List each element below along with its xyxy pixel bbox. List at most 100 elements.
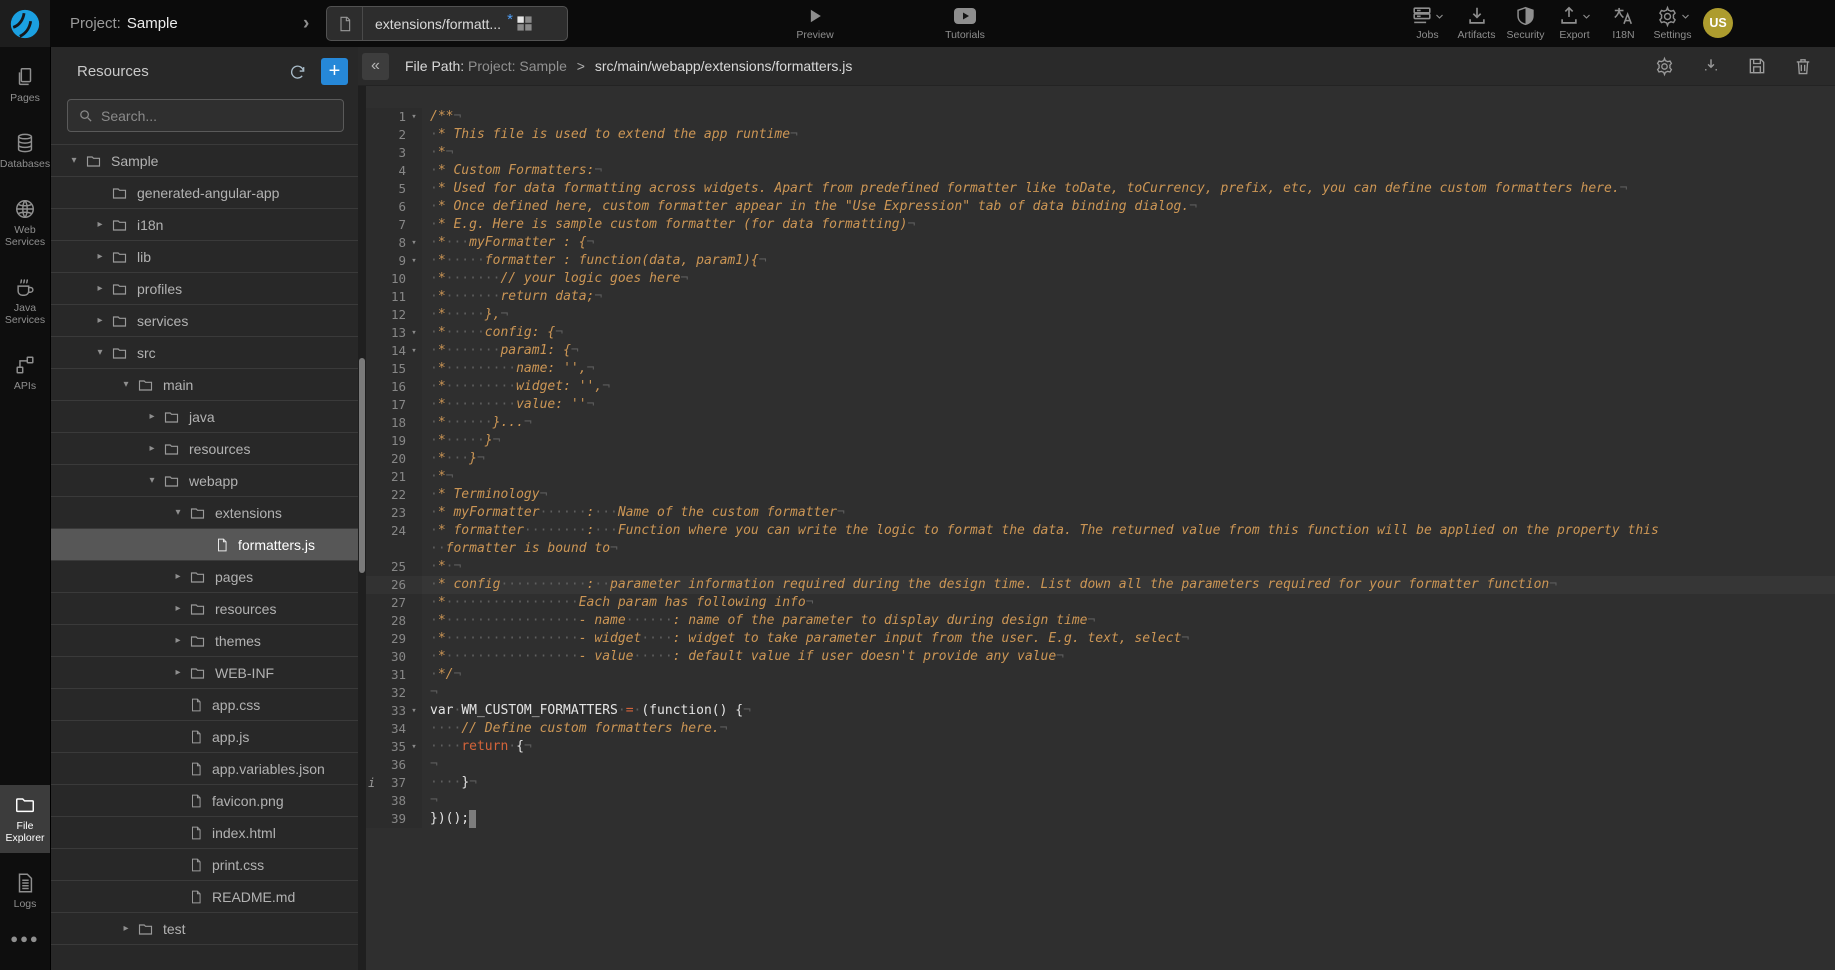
apis-icon	[14, 354, 36, 376]
collapse-panel-button[interactable]: «	[362, 53, 389, 80]
i18n-translate-icon	[1612, 5, 1635, 27]
fold-arrow-icon[interactable]: ▾	[406, 252, 422, 270]
code-line: 35▾····return·{¬	[366, 738, 1835, 756]
tree-item-extensions[interactable]: ▾extensions	[51, 497, 358, 529]
topbar-item-preview[interactable]: Preview	[785, 5, 845, 42]
tree-item-services[interactable]: ▸services	[51, 305, 358, 337]
sidebar-item-java-services[interactable]: Java Services	[0, 267, 50, 335]
tree-item-formatters-js[interactable]: formatters.js	[51, 529, 358, 561]
tree-item-themes[interactable]: ▸themes	[51, 625, 358, 657]
tree-item-test[interactable]: ▸test	[51, 913, 358, 945]
tree-item-pages[interactable]: ▸pages	[51, 561, 358, 593]
topbar-item-export[interactable]: Export	[1550, 5, 1599, 42]
scrollbar-thumb[interactable]	[359, 358, 365, 573]
expand-arrow-icon[interactable]: ▸	[167, 635, 189, 646]
tree-item-app-js[interactable]: app.js	[51, 721, 358, 753]
collapse-arrow-icon[interactable]: ▾	[63, 155, 85, 166]
collapse-arrow-icon[interactable]: ▾	[167, 507, 189, 518]
tree-item-print-css[interactable]: print.css	[51, 849, 358, 881]
code-line: 13▾·*·····config: {¬	[366, 324, 1835, 342]
topbar-item-security[interactable]: Security	[1501, 5, 1550, 42]
sidebar-item-file-explorer[interactable]: File Explorer	[0, 785, 50, 853]
sidebar-item-pages[interactable]: Pages	[0, 57, 50, 113]
add-resource-button[interactable]: +	[321, 58, 348, 85]
wavemaker-logo[interactable]	[0, 0, 50, 47]
expand-arrow-icon[interactable]: ▸	[141, 443, 163, 454]
code-line: 16·*·········widget: '',¬	[366, 378, 1835, 396]
tree-item-lib[interactable]: ▸lib	[51, 241, 358, 273]
export-upload-icon	[1558, 5, 1580, 27]
sidebar-item-web-services[interactable]: Web Services	[0, 189, 50, 257]
tree-item-resources[interactable]: ▸resources	[51, 433, 358, 465]
fold-arrow-icon[interactable]: ▾	[406, 738, 422, 756]
tree-item-webapp[interactable]: ▾webapp	[51, 465, 358, 497]
fold-arrow-icon[interactable]: ▾	[406, 234, 422, 252]
code-line: 4·* Custom Formatters:¬	[366, 162, 1835, 180]
expand-arrow-icon[interactable]: ▸	[89, 315, 111, 326]
sidebar-item-apis[interactable]: APIs	[0, 345, 50, 401]
expand-arrow-icon[interactable]: ▸	[141, 411, 163, 422]
topbar-item-i18n[interactable]: I18N	[1599, 5, 1648, 42]
topbar-item-jobs[interactable]: Jobs	[1403, 5, 1452, 42]
search-input[interactable]	[101, 108, 321, 124]
tree-item-java[interactable]: ▸java	[51, 401, 358, 433]
resources-title: Resources	[77, 63, 288, 80]
tree-item-src[interactable]: ▾src	[51, 337, 358, 369]
file-path-bar: « File Path: Project: Sample > src/main/…	[358, 47, 1835, 86]
refresh-icon[interactable]	[288, 62, 307, 81]
tree-item-generated-angular-app[interactable]: generated-angular-app	[51, 177, 358, 209]
tree-item-app-variables-json[interactable]: app.variables.json	[51, 753, 358, 785]
expand-arrow-icon[interactable]: ▸	[167, 571, 189, 582]
sidebar-item-databases[interactable]: Databases	[0, 123, 50, 179]
tree-item-profiles[interactable]: ▸profiles	[51, 273, 358, 305]
sidebar-item-logs[interactable]: Logs	[0, 863, 50, 919]
tree-scrollbar[interactable]	[358, 86, 366, 970]
search-box[interactable]	[67, 99, 344, 132]
editor-settings-gear-icon[interactable]	[1654, 56, 1675, 77]
play-icon	[805, 6, 825, 26]
tree-item-readme-md[interactable]: README.md	[51, 881, 358, 913]
topbar-item-settings[interactable]: Settings	[1648, 5, 1697, 42]
tree-item-main[interactable]: ▾main	[51, 369, 358, 401]
code-text: ·*·····}¬	[422, 432, 1835, 450]
line-number: 22	[366, 486, 406, 504]
expand-arrow-icon[interactable]: ▸	[167, 603, 189, 614]
sidebar-overflow-button[interactable]: ●●●	[0, 931, 50, 946]
fold-arrow-icon[interactable]: ▾	[406, 342, 422, 360]
fold-arrow-icon[interactable]: ▾	[406, 702, 422, 720]
topbar-item-tutorials[interactable]: Tutorials	[935, 5, 995, 42]
line-number: 15	[366, 360, 406, 378]
tree-item-sample[interactable]: ▾Sample	[51, 145, 358, 177]
project-indicator[interactable]: Project: Sample	[70, 0, 178, 47]
line-number: 7	[366, 216, 406, 234]
code-editor[interactable]: 1▾/**¬2·* This file is used to extend th…	[358, 86, 1835, 970]
tree-item-app-css[interactable]: app.css	[51, 689, 358, 721]
tree-item-resources[interactable]: ▸resources	[51, 593, 358, 625]
tree-item-favicon-png[interactable]: favicon.png	[51, 785, 358, 817]
tree-item-i18n[interactable]: ▸i18n	[51, 209, 358, 241]
file-actions	[1654, 56, 1813, 77]
expand-arrow-icon[interactable]: ▸	[89, 219, 111, 230]
fold-arrow-icon[interactable]: ▾	[406, 108, 422, 126]
expand-arrow-icon[interactable]: ▸	[115, 923, 137, 934]
fold-arrow-icon[interactable]: ▾	[406, 324, 422, 342]
expand-arrow-icon[interactable]: ▸	[167, 667, 189, 678]
line-number: 11	[366, 288, 406, 306]
user-avatar[interactable]: US	[1703, 8, 1733, 38]
tree-item-web-inf[interactable]: ▸WEB-INF	[51, 657, 358, 689]
topbar-item-artifacts[interactable]: Artifacts	[1452, 5, 1501, 42]
download-file-icon[interactable]	[1701, 56, 1721, 77]
open-file-tab[interactable]: extensions/formatt... *	[326, 6, 568, 41]
save-file-icon[interactable]	[1747, 56, 1767, 77]
collapse-arrow-icon[interactable]: ▾	[89, 347, 111, 358]
line-number: 8	[366, 234, 406, 252]
tree-item-index-html[interactable]: index.html	[51, 817, 358, 849]
collapse-arrow-icon[interactable]: ▾	[115, 379, 137, 390]
code-line: 7·* E.g. Here is sample custom formatter…	[366, 216, 1835, 234]
delete-file-icon[interactable]	[1793, 56, 1813, 77]
project-chevron-icon[interactable]: ›	[303, 0, 309, 47]
expand-arrow-icon[interactable]: ▸	[89, 283, 111, 294]
collapse-arrow-icon[interactable]: ▾	[141, 475, 163, 486]
expand-arrow-icon[interactable]: ▸	[89, 251, 111, 262]
code-line: 27·*·················Each param has foll…	[366, 594, 1835, 612]
